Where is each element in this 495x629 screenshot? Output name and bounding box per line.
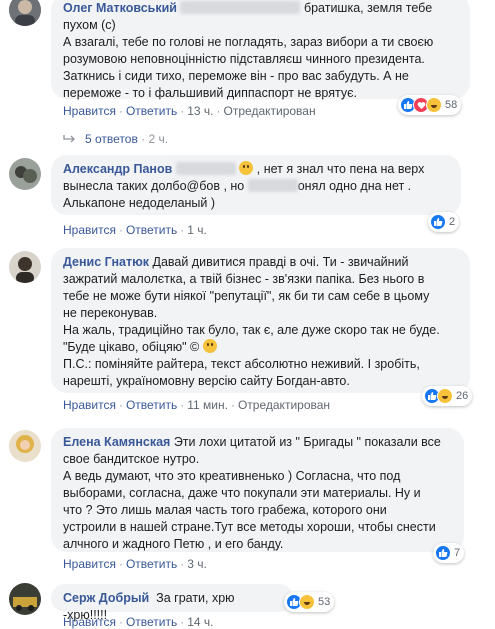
- edited-label: Отредактирован: [223, 104, 316, 118]
- comment-actions: Нравится · Ответить · 14 ч.: [63, 615, 214, 629]
- view-replies-link[interactable]: 5 ответов · 2 ч.: [63, 132, 168, 146]
- comment-text-line: Давай дивитися правді в очі. Ти - звичай…: [152, 255, 409, 269]
- avatar[interactable]: [9, 251, 41, 283]
- comment-author[interactable]: Елена Камянская: [63, 435, 170, 449]
- like-reaction-icon: [430, 214, 446, 230]
- comment-text-line: нарешті, україномовну версію сайту Богда…: [63, 374, 350, 388]
- comment-bubble: Денис Гнатюк Давай дивитися правді в очі…: [51, 248, 470, 393]
- reaction-summary[interactable]: 7: [433, 543, 465, 563]
- haha-reaction-icon: [299, 594, 315, 610]
- comment-bubble: Елена Камянская Эти лохи цитатой из " Бр…: [51, 428, 464, 552]
- comment-author[interactable]: Денис Гнатюк: [63, 255, 149, 269]
- reply-arrow-icon: [63, 135, 75, 143]
- comment-bubble: Серж Добрый За грати, хрю -хрю!!!!!: [51, 584, 293, 622]
- comment-actions: Нравится · Ответить · 1 ч.: [63, 223, 207, 237]
- comment-actions: Нравится · Ответить · 11 мин. · Отредактирован: [63, 398, 331, 412]
- comment-text-line: онял одно дна нет .: [297, 179, 412, 193]
- comment-time[interactable]: 13 ч.: [187, 104, 213, 118]
- comment-actions: Нравится · Ответить · 13 ч. · Отредактирован: [63, 104, 316, 118]
- comment-author[interactable]: Александр Панов: [63, 162, 172, 176]
- comment-time[interactable]: 14 ч.: [187, 615, 213, 629]
- avatar[interactable]: [9, 158, 41, 190]
- like-link[interactable]: Нравится: [63, 615, 116, 629]
- avatar-image: [9, 430, 41, 462]
- edited-label: Отредактирован: [237, 398, 331, 412]
- like-link[interactable]: Нравится: [63, 223, 116, 237]
- reply-link[interactable]: Ответить: [126, 557, 177, 571]
- comment-text-line: А ведь думают, что это креативненько ) С…: [63, 469, 401, 483]
- comment-time[interactable]: 1 ч.: [187, 223, 207, 237]
- reply-link[interactable]: Ответить: [126, 615, 177, 629]
- reply-link[interactable]: Ответить: [126, 104, 177, 118]
- comment-bubble: Александр Панов , нет я знал что пена на…: [51, 155, 461, 215]
- comment-text-line: зажратий малолєтка, а твій бізнес - зв'я…: [63, 272, 425, 286]
- comment-text-line: Эти лохи цитатой из " Бригады " показали…: [173, 435, 441, 449]
- haha-reaction-icon: [426, 97, 442, 113]
- comment-text-line: алчного и жадного Петю , и его банду.: [63, 537, 284, 551]
- comment-text-line: , нет я знал что пена на верх: [256, 162, 425, 176]
- reaction-summary[interactable]: 53: [284, 592, 335, 612]
- like-link[interactable]: Нравится: [63, 104, 116, 118]
- avatar-image: [9, 158, 41, 190]
- smile-emoji-icon: [202, 339, 217, 353]
- replies-count[interactable]: 5 ответов: [85, 132, 138, 146]
- grin-emoji-icon: [239, 161, 254, 175]
- comment-text-line: На жаль, традиційно так було, так є, але…: [63, 323, 440, 337]
- reaction-count: 7: [454, 547, 461, 559]
- reaction-summary[interactable]: 26: [422, 386, 473, 406]
- comment-text-line: Алькапоне недоделаный ): [63, 196, 216, 210]
- haha-reaction-icon: [437, 388, 453, 404]
- reaction-count: 2: [449, 216, 456, 228]
- like-link[interactable]: Нравится: [63, 398, 116, 412]
- reply-link[interactable]: Ответить: [126, 398, 177, 412]
- avatar-image: [9, 251, 41, 283]
- reply-link[interactable]: Ответить: [126, 223, 177, 237]
- reaction-summary[interactable]: 58: [398, 95, 462, 115]
- comment-text-line: Заткнись і сиди тихо, переможе він - про…: [63, 69, 409, 83]
- comment-text-line: пухом (с): [63, 18, 116, 32]
- reaction-summary[interactable]: 2: [428, 212, 460, 232]
- comment-time[interactable]: 3 ч.: [187, 557, 207, 571]
- avatar-image: [9, 0, 41, 26]
- comment-text-line: П.С.: поміняйте райтера, текст абсолютно…: [63, 357, 420, 371]
- comment-text-line: не переконував.: [63, 306, 158, 320]
- comment-text-line: выборами, согласна, даже что покупали эт…: [63, 486, 421, 500]
- comment-text-line: братишка, земля тебе: [303, 1, 433, 15]
- comment-text-line: устроили в нашей стране.Тут все методы х…: [63, 520, 436, 534]
- reaction-count: 53: [318, 596, 331, 608]
- replies-time: 2 ч.: [148, 132, 169, 146]
- comment-author[interactable]: Серж Добрый: [63, 591, 149, 605]
- comment-text-line: свое бандитское нутро.: [63, 452, 200, 466]
- avatar-image: [9, 583, 41, 615]
- comment-time[interactable]: 11 мин.: [187, 398, 228, 412]
- avatar[interactable]: [9, 583, 41, 615]
- comment-bubble: Олег Матковський братишка, земля тебе пу…: [51, 0, 470, 100]
- comment-actions: Нравится · Ответить · 3 ч.: [63, 557, 207, 571]
- avatar[interactable]: [9, 0, 41, 26]
- comment-text-line: "Буде цікаво, обіцяю" ©: [63, 340, 200, 354]
- comment-text-line: А взагалі, тебе по голові не погладять, …: [63, 35, 434, 49]
- reaction-count: 26: [456, 390, 469, 402]
- like-link[interactable]: Нравится: [63, 557, 116, 571]
- reaction-count: 58: [445, 99, 458, 111]
- comment-text-line: что ? Это лишь малая часть того грабежа,…: [63, 503, 387, 517]
- comment-text-line: тебе не може бути ніякої "репутації", як…: [63, 289, 430, 303]
- like-reaction-icon: [435, 545, 451, 561]
- avatar[interactable]: [9, 430, 41, 462]
- comment-text-line: вынесла таких долбо@бов , но: [63, 179, 245, 193]
- comment-author[interactable]: Олег Матковський: [63, 1, 177, 15]
- comment-text-line: розумовою неповноцінністю підставляєш чи…: [63, 52, 425, 66]
